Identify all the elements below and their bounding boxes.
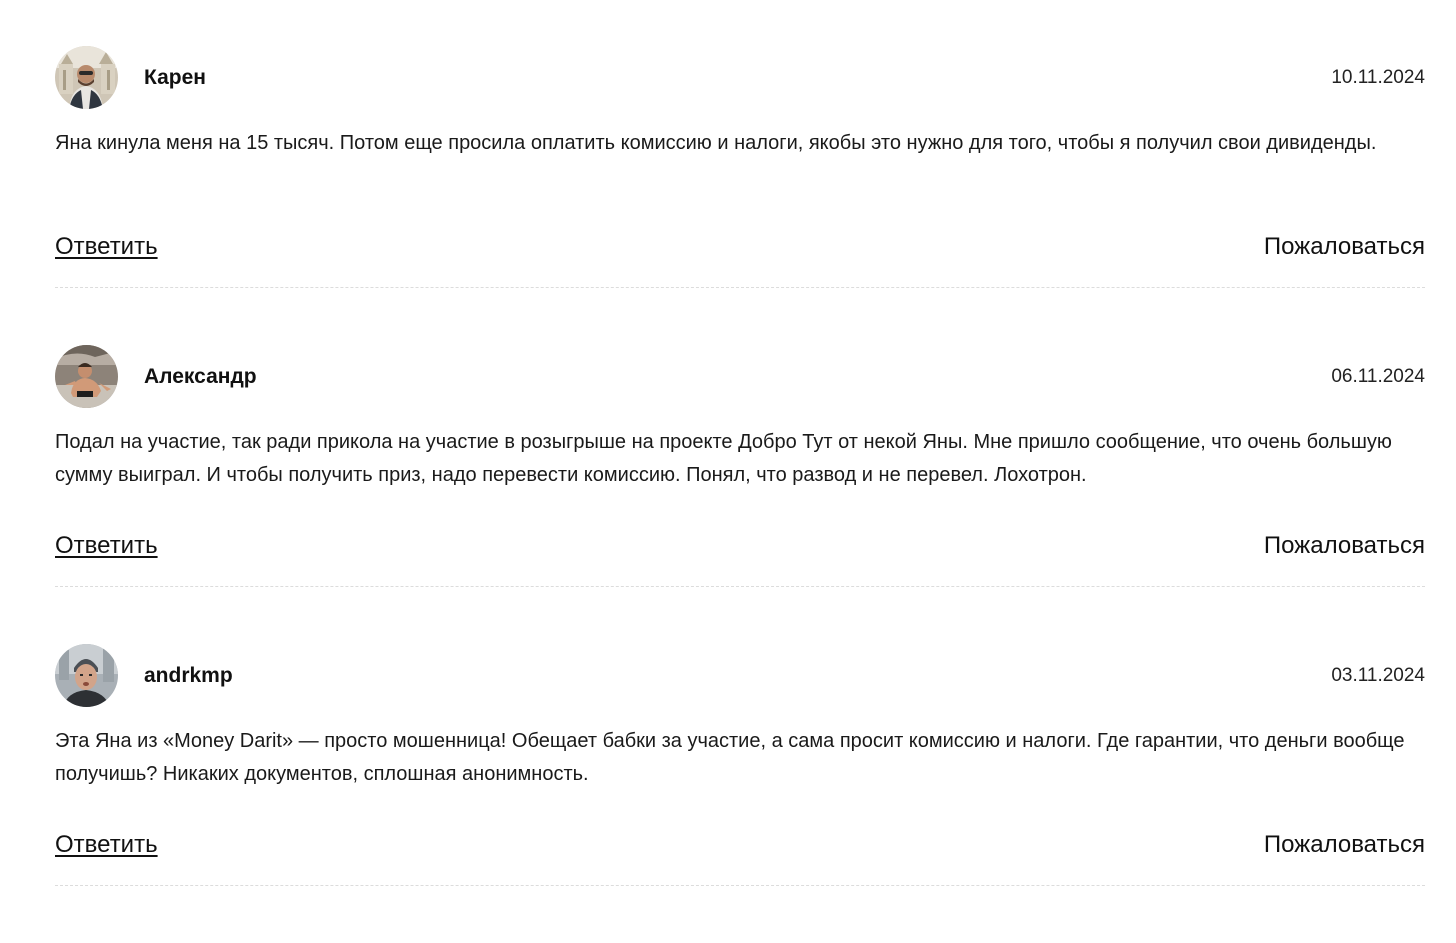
reply-link[interactable]: Ответить (55, 232, 158, 262)
report-link[interactable]: Пожаловаться (1264, 531, 1425, 561)
user-avatar-icon[interactable] (55, 644, 118, 707)
comment-item: Александр 06.11.2024 Подал на участие, т… (55, 345, 1425, 644)
comment-date: 06.11.2024 (1331, 366, 1425, 387)
reply-link[interactable]: Ответить (55, 830, 158, 860)
comment-divider (55, 287, 1425, 288)
comment-divider (55, 586, 1425, 587)
report-link[interactable]: Пожаловаться (1264, 830, 1425, 860)
comment-actions: Ответить Пожаловаться (55, 232, 1425, 264)
comment-text: Эта Яна из «Money Darit» — просто мошенн… (55, 730, 1405, 785)
comment-text: Яна кинула меня на 15 тысяч. Потом еще п… (55, 132, 1377, 154)
report-link[interactable]: Пожаловаться (1264, 232, 1425, 262)
user-avatar-icon[interactable] (55, 46, 118, 109)
comments-list: Карен 10.11.2024 Яна кинула меня на 15 т… (55, 46, 1425, 943)
comment-item: andrkmp 03.11.2024 Эта Яна из «Money Dar… (55, 644, 1425, 943)
comment-header: Карен 10.11.2024 (55, 46, 1425, 110)
comment-date: 10.11.2024 (1331, 67, 1425, 88)
reply-link[interactable]: Ответить (55, 531, 158, 561)
comment-author: andrkmp (144, 664, 233, 687)
comment-header: andrkmp 03.11.2024 (55, 644, 1425, 708)
comment-divider (55, 885, 1425, 886)
comment-author: Александр (144, 365, 257, 388)
comment-actions: Ответить Пожаловаться (55, 830, 1425, 862)
user-avatar-icon[interactable] (55, 345, 118, 408)
comment-author: Карен (144, 66, 206, 89)
comment-actions: Ответить Пожаловаться (55, 531, 1425, 563)
comment-text: Подал на участие, так ради прикола на уч… (55, 431, 1392, 486)
comment-header: Александр 06.11.2024 (55, 345, 1425, 409)
comment-date: 03.11.2024 (1331, 665, 1425, 686)
comment-item: Карен 10.11.2024 Яна кинула меня на 15 т… (55, 46, 1425, 345)
